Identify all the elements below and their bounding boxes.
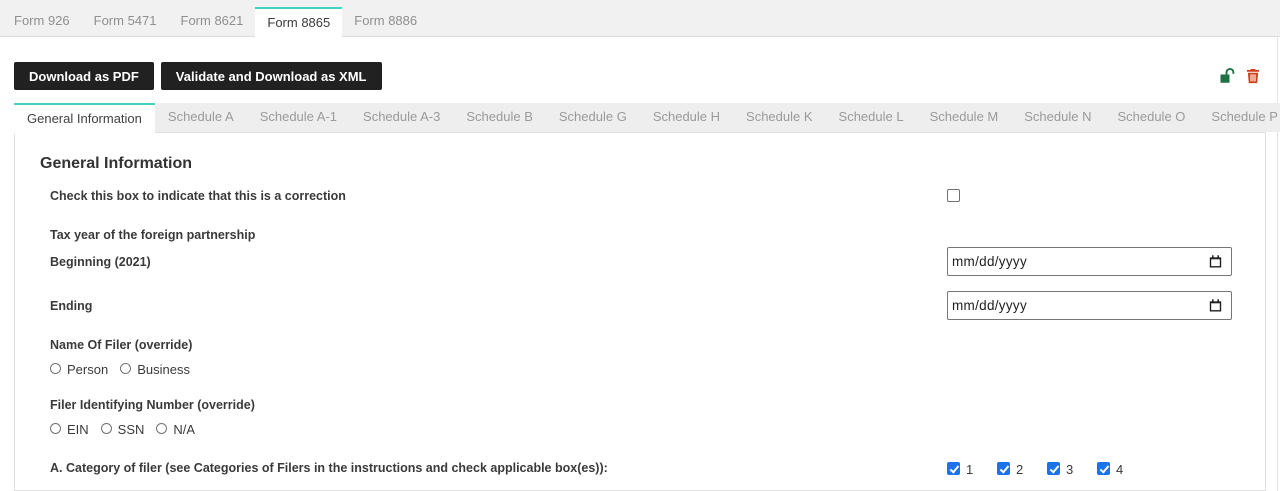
category-checkbox-3-label: 3: [1066, 462, 1073, 477]
name-of-filer-row: Name Of Filer (override): [50, 338, 1233, 352]
date-placeholder: mm/dd/yyyy: [952, 254, 1027, 269]
category-option-1: 1: [947, 459, 997, 477]
schedule-tab-n[interactable]: Schedule N: [1011, 103, 1104, 132]
category-checkbox-1[interactable]: [947, 462, 960, 475]
correction-row: Check this box to indicate that this is …: [50, 189, 1233, 205]
schedule-tab-k[interactable]: Schedule K: [733, 103, 826, 132]
radio-business[interactable]: Business: [120, 362, 190, 377]
section-title: General Information: [40, 155, 1233, 173]
radio-business-label: Business: [137, 362, 190, 377]
schedule-tab-p[interactable]: Schedule P: [1198, 103, 1280, 132]
general-information-panel: General Information Check this box to in…: [14, 132, 1266, 491]
category-checkbox-2[interactable]: [997, 462, 1010, 475]
radio-button-icon[interactable]: [50, 423, 61, 434]
schedule-tab-g[interactable]: Schedule G: [546, 103, 640, 132]
tab-form-8865[interactable]: Form 8865: [255, 7, 342, 37]
name-of-filer-options: Person Business: [50, 362, 1233, 377]
radio-na-label: N/A: [173, 422, 195, 437]
radio-button-icon[interactable]: [50, 363, 61, 374]
category-checkbox-4[interactable]: [1097, 462, 1110, 475]
radio-ssn[interactable]: SSN: [101, 422, 145, 437]
category-checkbox-group: 1 2 3 4: [947, 459, 1147, 477]
ending-label: Ending: [50, 299, 947, 313]
radio-ein[interactable]: EIN: [50, 422, 89, 437]
name-of-filer-label: Name Of Filer (override): [50, 338, 947, 352]
beginning-date-input[interactable]: mm/dd/yyyy: [947, 247, 1232, 276]
toolbar: Download as PDF Validate and Download as…: [0, 37, 1280, 90]
schedule-tab-o[interactable]: Schedule O: [1104, 103, 1198, 132]
tax-year-group-label: Tax year of the foreign partnership: [50, 228, 947, 242]
trash-icon[interactable]: [1244, 67, 1262, 85]
validate-xml-button[interactable]: Validate and Download as XML: [161, 62, 382, 90]
category-option-2: 2: [997, 459, 1047, 477]
toolbar-buttons: Download as PDF Validate and Download as…: [14, 62, 382, 90]
beginning-row: Beginning (2021) mm/dd/yyyy: [50, 247, 1233, 276]
schedule-tab-h[interactable]: Schedule H: [640, 103, 733, 132]
schedule-tab-l[interactable]: Schedule L: [826, 103, 917, 132]
download-pdf-button[interactable]: Download as PDF: [14, 62, 154, 90]
calendar-icon[interactable]: [1208, 298, 1223, 313]
ending-row: Ending mm/dd/yyyy: [50, 291, 1233, 320]
radio-button-icon[interactable]: [156, 423, 167, 434]
radio-na[interactable]: N/A: [156, 422, 195, 437]
page: Form 926 Form 5471 Form 8621 Form 8865 F…: [0, 0, 1280, 491]
schedule-tab-bar: General Information Schedule A Schedule …: [14, 103, 1280, 132]
radio-ssn-label: SSN: [118, 422, 145, 437]
category-checkbox-3[interactable]: [1047, 462, 1060, 475]
calendar-icon[interactable]: [1208, 254, 1223, 269]
tab-form-926[interactable]: Form 926: [2, 7, 82, 36]
schedule-tab-a1[interactable]: Schedule A-1: [247, 103, 350, 132]
radio-button-icon[interactable]: [101, 423, 112, 434]
unlock-icon[interactable]: [1219, 67, 1237, 85]
filer-id-options: EIN SSN N/A: [50, 422, 1233, 437]
tax-year-row: Tax year of the foreign partnership: [50, 228, 1233, 242]
schedule-tab-b[interactable]: Schedule B: [453, 103, 546, 132]
tab-form-8886[interactable]: Form 8886: [342, 7, 429, 36]
toolbar-icons: [1219, 67, 1262, 85]
category-option-3: 3: [1047, 459, 1097, 477]
correction-checkbox[interactable]: [947, 189, 960, 202]
correction-label: Check this box to indicate that this is …: [50, 189, 947, 203]
date-placeholder: mm/dd/yyyy: [952, 298, 1027, 313]
beginning-label: Beginning (2021): [50, 255, 947, 269]
category-checkbox-1-label: 1: [966, 462, 973, 477]
form-tab-bar: Form 926 Form 5471 Form 8621 Form 8865 F…: [0, 0, 1280, 37]
tab-form-8621[interactable]: Form 8621: [169, 7, 256, 36]
radio-person-label: Person: [67, 362, 108, 377]
category-row: A. Category of filer (see Categories of …: [50, 459, 1233, 477]
schedule-tab-m[interactable]: Schedule M: [917, 103, 1012, 132]
tab-form-5471[interactable]: Form 5471: [82, 7, 169, 36]
radio-ein-label: EIN: [67, 422, 89, 437]
category-option-4: 4: [1097, 459, 1147, 477]
category-checkbox-4-label: 4: [1116, 462, 1123, 477]
radio-person[interactable]: Person: [50, 362, 108, 377]
radio-button-icon[interactable]: [120, 363, 131, 374]
category-label: A. Category of filer (see Categories of …: [50, 461, 947, 475]
filer-id-row: Filer Identifying Number (override): [50, 398, 1233, 412]
filer-id-label: Filer Identifying Number (override): [50, 398, 947, 412]
category-checkbox-2-label: 2: [1016, 462, 1023, 477]
ending-date-input[interactable]: mm/dd/yyyy: [947, 291, 1232, 320]
schedule-tab-a3[interactable]: Schedule A-3: [350, 103, 453, 132]
schedule-tab-a[interactable]: Schedule A: [155, 103, 247, 132]
schedule-tab-general-information[interactable]: General Information: [14, 103, 155, 134]
